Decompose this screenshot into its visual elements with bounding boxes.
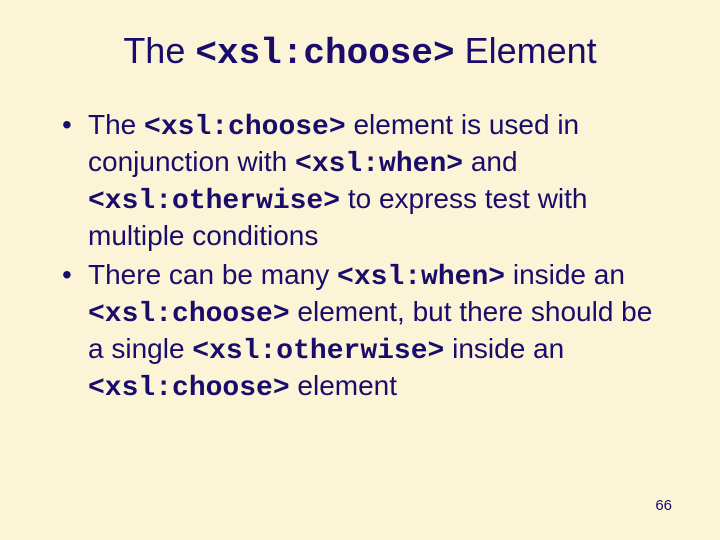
bullet-code: <xsl:when>	[295, 149, 463, 180]
bullet-code: <xsl:otherwise>	[192, 336, 444, 367]
bullet-code: <xsl:otherwise>	[88, 186, 340, 217]
bullet-text: The	[88, 109, 144, 140]
bullet-code: <xsl:choose>	[88, 373, 290, 404]
title-text-pre: The	[123, 30, 195, 71]
slide: The <xsl:choose> Element The <xsl:choose…	[0, 0, 720, 540]
bullet-code: <xsl:choose>	[144, 112, 346, 143]
list-item: There can be many <xsl:when> inside an <…	[58, 258, 670, 407]
title-text-post: Element	[455, 30, 597, 71]
bullet-list: The <xsl:choose> element is used in conj…	[50, 108, 670, 406]
page-number: 66	[655, 497, 672, 514]
bullet-text: inside an	[505, 259, 625, 290]
list-item: The <xsl:choose> element is used in conj…	[58, 108, 670, 254]
bullet-text: element	[290, 370, 397, 401]
bullet-text: inside an	[444, 333, 564, 364]
bullet-code: <xsl:choose>	[88, 299, 290, 330]
bullet-code: <xsl:when>	[337, 262, 505, 293]
bullet-text: and	[463, 146, 518, 177]
slide-title: The <xsl:choose> Element	[50, 30, 670, 74]
title-code: <xsl:choose>	[195, 33, 454, 74]
bullet-text: There can be many	[88, 259, 337, 290]
